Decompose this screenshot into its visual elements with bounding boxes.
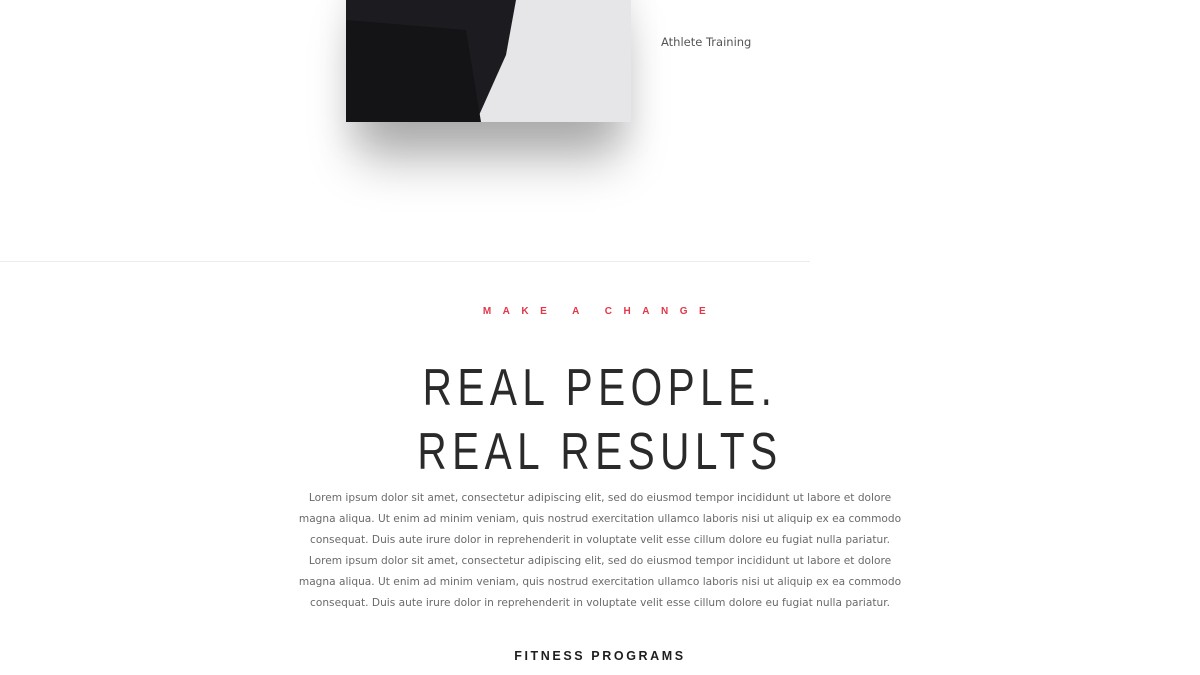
specialty-item-crossfit: Crossfit: [661, 0, 751, 34]
section-headline: REAL PEOPLE. REAL RESULTS: [417, 359, 783, 481]
trainer-photo: [346, 0, 631, 122]
section-eyebrow: MAKE A CHANGE: [482, 306, 718, 317]
trainer-specialty-list: Crossfit Athlete Training: [661, 0, 751, 80]
specialty-item-athlete-training: Athlete Training: [661, 35, 752, 49]
section-divider: [0, 261, 810, 262]
section-body-text: Lorem ipsum dolor sit amet, consectetur …: [298, 492, 902, 609]
dumbbell-photo-image: [346, 0, 631, 122]
fitness-programs-heading: FITNESS PROGRAMS: [514, 649, 686, 663]
